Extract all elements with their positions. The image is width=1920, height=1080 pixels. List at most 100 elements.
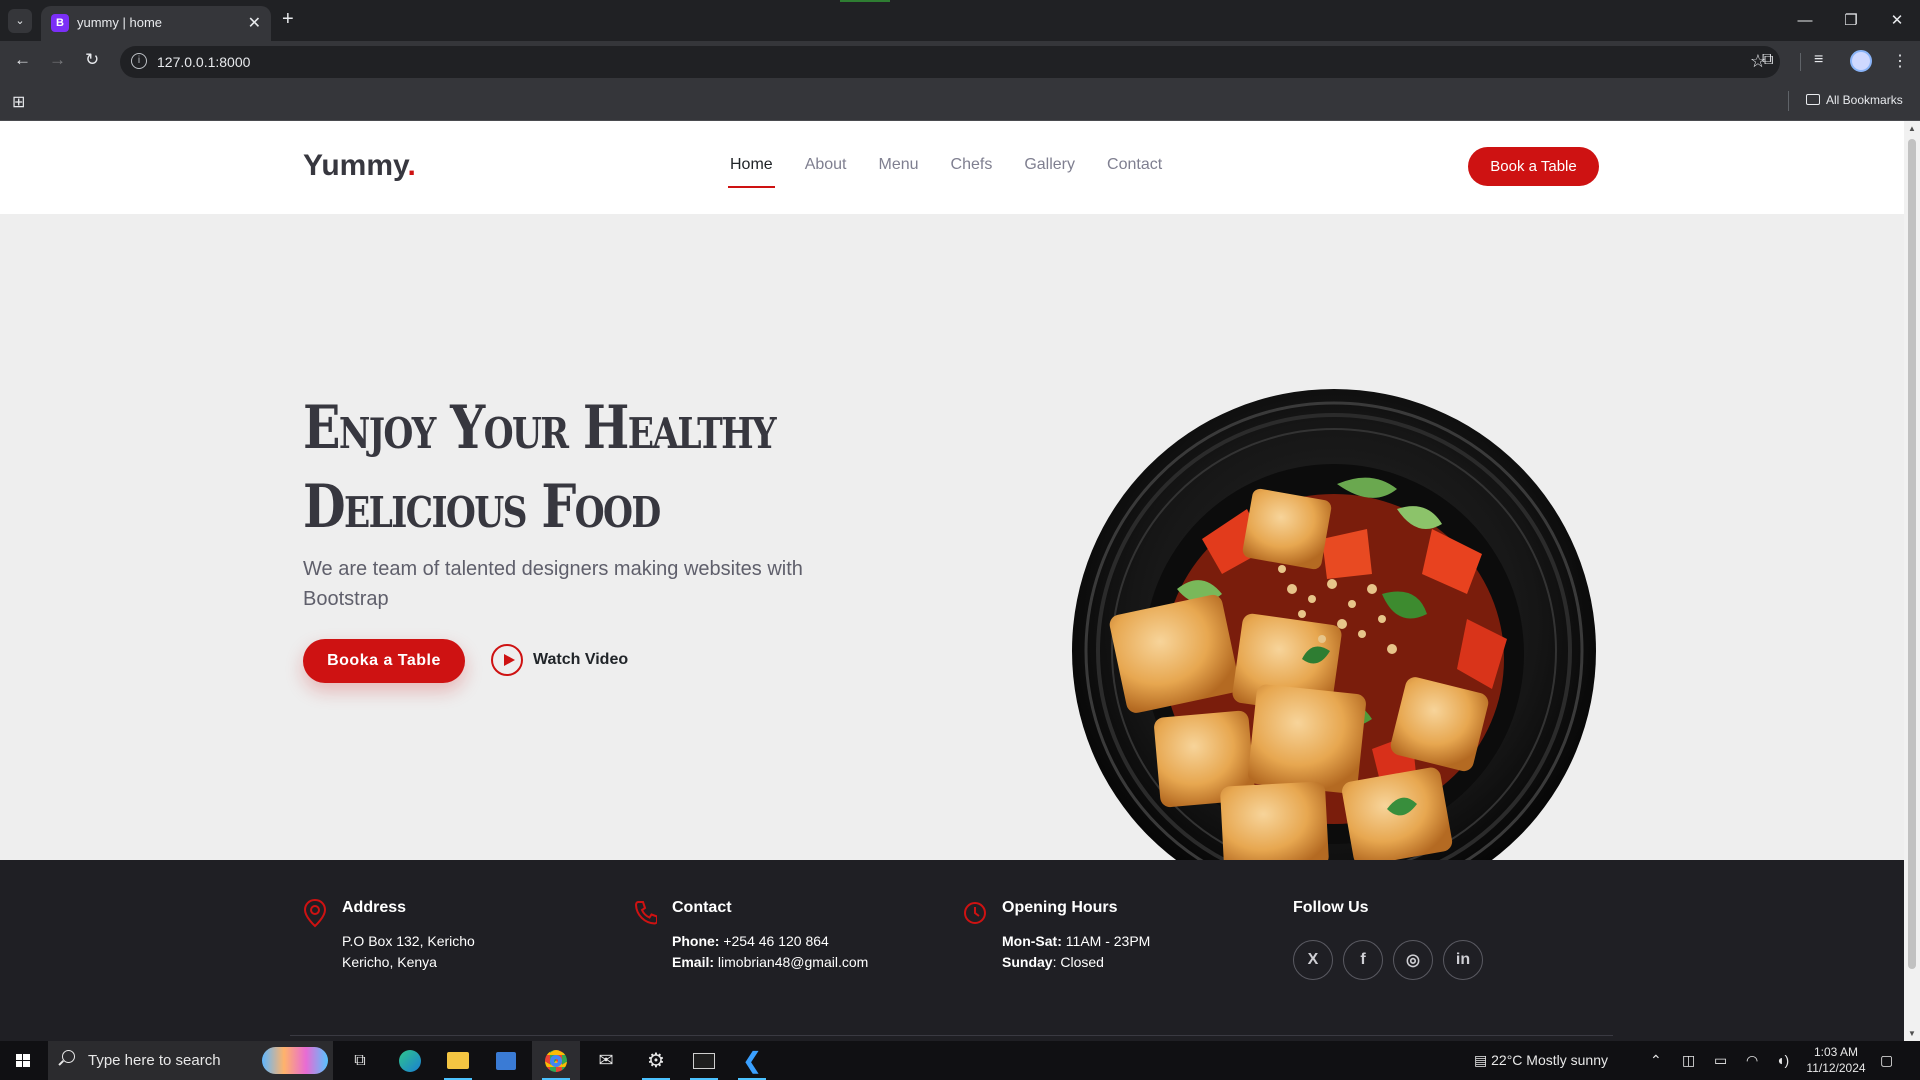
facebook-icon[interactable]: f: [1343, 940, 1383, 980]
instagram-icon[interactable]: ◎: [1393, 940, 1433, 980]
contact-phone: Phone: +254 46 120 864: [672, 933, 829, 949]
hero-title: Enjoy Your Healthy Delicious Food: [303, 393, 777, 542]
media-controls-icon[interactable]: ≡: [1814, 51, 1823, 69]
clock-date: 11/12/2024: [1806, 1061, 1866, 1075]
search-icon: [62, 1050, 75, 1063]
scroll-down-arrow-icon[interactable]: ▼: [1908, 1029, 1916, 1038]
clock-time: 1:03 AM: [1813, 1045, 1859, 1059]
settings-gear-icon[interactable]: ⚙: [632, 1041, 680, 1080]
tab-strip-indicator: [840, 0, 890, 2]
weather-text: 22°C Mostly sunny: [1491, 1052, 1608, 1068]
back-arrow-icon[interactable]: ←: [14, 50, 31, 70]
notifications-icon[interactable]: ▢: [1880, 1041, 1893, 1080]
weather-widget[interactable]: ▤ 22°C Mostly sunny: [1474, 1041, 1608, 1080]
nav-home[interactable]: Home: [728, 156, 775, 188]
food-plate-image: [1072, 389, 1596, 913]
weather-icon: ▤: [1474, 1052, 1488, 1068]
nav-chefs[interactable]: Chefs: [951, 156, 993, 174]
battery-icon[interactable]: ▭: [1714, 1041, 1727, 1080]
all-bookmarks-label: All Bookmarks: [1826, 93, 1903, 107]
contact-title: Contact: [672, 899, 732, 916]
address-line-1: P.O Box 132, Kericho: [342, 933, 475, 949]
hours-title: Opening Hours: [1002, 899, 1118, 916]
taskbar-search-box[interactable]: Type here to search: [48, 1041, 333, 1080]
nav-gallery[interactable]: Gallery: [1024, 156, 1075, 174]
site-header: Yummy. Home About Menu Chefs Gallery Con…: [0, 121, 1904, 214]
hero-subtitle: We are team of talented designers making…: [303, 558, 803, 610]
more-menu-icon[interactable]: ⋮: [1892, 51, 1908, 71]
profile-avatar[interactable]: [1850, 50, 1872, 72]
windows-taskbar: Type here to search ⧉ ✉ ⚙ ❮ ▤ 22°C Mostl…: [0, 1041, 1920, 1080]
meet-now-icon[interactable]: ◫: [1682, 1041, 1695, 1080]
browser-tab-active[interactable]: B yummy | home ✕: [41, 6, 271, 41]
minimize-button[interactable]: —: [1782, 0, 1828, 41]
address-bar[interactable]: i 127.0.0.1:8000 ☆: [120, 46, 1780, 78]
all-bookmarks-button[interactable]: All Bookmarks: [1806, 93, 1903, 107]
site-logo[interactable]: Yummy.: [303, 149, 416, 183]
folder-icon: [1806, 94, 1820, 105]
page-viewport: Yummy. Home About Menu Chefs Gallery Con…: [0, 121, 1904, 1041]
forward-arrow-icon[interactable]: →: [49, 50, 66, 70]
bookmarks-divider: [1788, 91, 1789, 111]
scroll-thumb[interactable]: [1908, 139, 1916, 969]
chrome-icon[interactable]: [532, 1041, 580, 1080]
browser-toolbar: ← → ↻ i 127.0.0.1:8000 ☆ ⧉ ≡ ⋮: [0, 41, 1920, 83]
bookmarks-bar: ⊞ All Bookmarks: [0, 83, 1920, 121]
search-highlight-image: [262, 1047, 328, 1074]
tab-title: yummy | home: [77, 15, 163, 30]
volume-icon[interactable]: ◖): [1776, 1041, 1789, 1080]
watch-video-label: Watch Video: [533, 651, 629, 668]
url-text[interactable]: 127.0.0.1:8000: [157, 54, 250, 70]
hours-weekday: Mon-Sat: 11AM - 23PM: [1002, 933, 1151, 949]
extensions-icon[interactable]: ⧉: [1762, 51, 1773, 69]
clock-icon: [964, 902, 986, 924]
play-circle-icon: [491, 644, 523, 676]
address-line-2: Kericho, Kenya: [342, 954, 437, 970]
browser-tab-strip: ⌄ B yummy | home ✕ + — ❐ ✕: [0, 0, 1920, 41]
social-links: X f ◎ in: [1293, 940, 1493, 980]
toolbar-divider: [1800, 53, 1801, 71]
mail-icon[interactable]: ✉: [582, 1041, 630, 1080]
edge-browser-icon[interactable]: [386, 1041, 434, 1080]
system-clock[interactable]: 1:03 AM 11/12/2024: [1798, 1044, 1874, 1076]
network-icon[interactable]: ◠: [1746, 1041, 1758, 1080]
site-footer: Address P.O Box 132, Kericho Kericho, Ke…: [0, 860, 1904, 1041]
phone-icon: [634, 901, 657, 925]
apps-grid-icon[interactable]: ⊞: [12, 92, 25, 112]
hero-section: Enjoy Your Healthy Delicious Food We are …: [0, 214, 1904, 913]
file-explorer-icon[interactable]: [434, 1041, 482, 1080]
footer-divider: [290, 1035, 1613, 1036]
linkedin-icon[interactable]: in: [1443, 940, 1483, 980]
windows-start-icon[interactable]: [0, 1041, 46, 1080]
x-twitter-icon[interactable]: X: [1293, 940, 1333, 980]
scroll-up-arrow-icon[interactable]: ▲: [1908, 124, 1916, 133]
task-view-icon[interactable]: ⧉: [336, 1041, 384, 1080]
nav-contact[interactable]: Contact: [1107, 156, 1162, 174]
close-window-button[interactable]: ✕: [1874, 0, 1920, 41]
window-controls: — ❐ ✕: [1782, 0, 1920, 41]
book-table-header-button[interactable]: Book a Table: [1468, 147, 1599, 186]
new-tab-button[interactable]: +: [282, 8, 294, 31]
bootstrap-favicon-icon: B: [51, 14, 69, 32]
book-table-hero-button[interactable]: Booka a Table: [303, 639, 465, 683]
site-info-icon[interactable]: i: [131, 53, 147, 69]
address-title: Address: [342, 899, 407, 916]
show-hidden-icons-chevron-icon[interactable]: ⌃: [1650, 1041, 1662, 1080]
vscode-icon[interactable]: ❮: [728, 1041, 776, 1080]
main-nav: Home About Menu Chefs Gallery Contact: [728, 156, 1194, 188]
reload-icon[interactable]: ↻: [85, 50, 99, 70]
follow-title: Follow Us: [1293, 899, 1369, 916]
restore-button[interactable]: ❐: [1828, 0, 1874, 41]
nav-menu[interactable]: Menu: [879, 156, 919, 174]
contact-email[interactable]: Email: limobrian48@gmail.com: [672, 954, 868, 970]
search-placeholder: Type here to search: [88, 1052, 221, 1069]
hours-sunday: Sunday: Closed: [1002, 954, 1104, 970]
close-tab-icon[interactable]: ✕: [248, 13, 261, 33]
terminal-icon[interactable]: [680, 1041, 728, 1080]
page-scrollbar[interactable]: ▲ ▼: [1904, 121, 1920, 1041]
nav-about[interactable]: About: [805, 156, 847, 174]
microsoft-store-icon[interactable]: [482, 1041, 530, 1080]
watch-video-link[interactable]: Watch Video: [491, 643, 628, 677]
map-pin-icon: [303, 898, 327, 928]
tab-search-button[interactable]: ⌄: [8, 9, 32, 33]
